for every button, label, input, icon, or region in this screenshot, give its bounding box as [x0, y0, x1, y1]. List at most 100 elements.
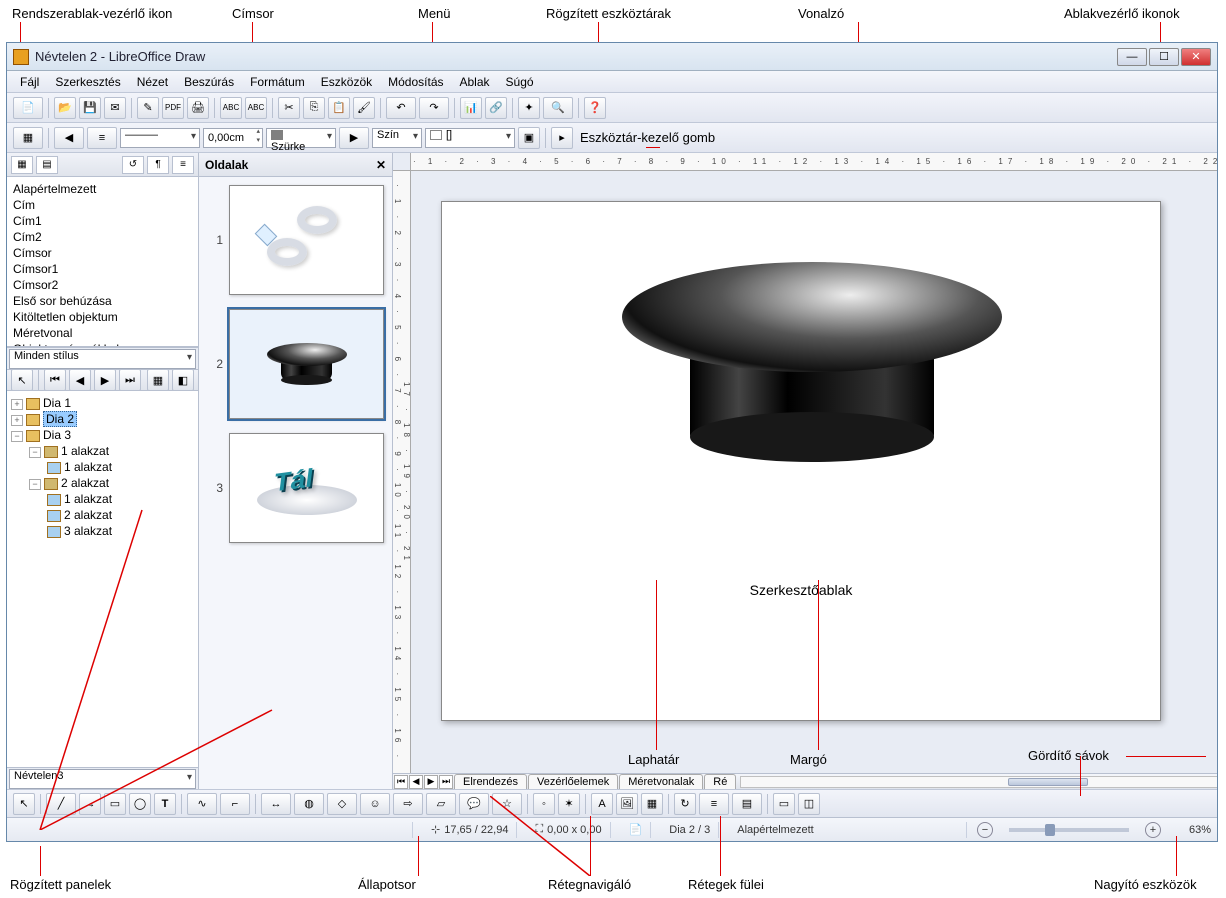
- toolbar-handle-button[interactable]: ▸: [551, 127, 573, 149]
- navigator-button[interactable]: ✦: [518, 97, 540, 119]
- zoom-out-button[interactable]: −: [977, 822, 993, 838]
- nav-slide-2[interactable]: Dia 2: [43, 411, 77, 427]
- styles-list[interactable]: Alapértelmezett Cím Cím1 Cím2 Címsor Cím…: [7, 177, 198, 347]
- undo-button[interactable]: ↶: [386, 97, 416, 119]
- tab-last-button[interactable]: ⏭: [439, 775, 453, 789]
- nav-shapes-button[interactable]: ◧: [172, 369, 194, 391]
- vertical-ruler[interactable]: · 1 · 2 · 3 · 4 · 5 · 6 · 7 · 8 · 9 · 10…: [393, 171, 411, 773]
- zoom-button[interactable]: 🔍: [543, 97, 573, 119]
- menu-help[interactable]: Súgó: [499, 73, 541, 91]
- layer-tab-more[interactable]: Ré: [704, 774, 736, 789]
- nav-shape-group[interactable]: 2 alakzat: [61, 476, 109, 490]
- nav-slide-1[interactable]: Dia 1: [43, 396, 71, 410]
- gallery-button[interactable]: ▦: [641, 793, 663, 815]
- insert-slide-button[interactable]: ▭: [773, 793, 795, 815]
- style-item[interactable]: Cím1: [11, 213, 194, 229]
- style-filter-select[interactable]: Minden stílus: [9, 349, 196, 369]
- copy-button[interactable]: ⎘: [303, 97, 325, 119]
- menu-format[interactable]: Formátum: [243, 73, 312, 91]
- nav-last-button[interactable]: ⏭: [119, 369, 141, 391]
- layer-tab-controls[interactable]: Vezérlőelemek: [528, 774, 618, 789]
- nav-slide-3[interactable]: Dia 3: [43, 428, 71, 442]
- style-item[interactable]: Cím2: [11, 229, 194, 245]
- line-style-select[interactable]: ———: [120, 128, 200, 148]
- print-button[interactable]: 🖨: [187, 97, 209, 119]
- redo-button[interactable]: ↷: [419, 97, 449, 119]
- tab-first-button[interactable]: ⏮: [394, 775, 408, 789]
- fill-format-mode-button[interactable]: ↺: [122, 156, 144, 174]
- curve-tool[interactable]: ∿: [187, 793, 217, 815]
- page-thumb-1[interactable]: [229, 185, 384, 295]
- pages-panel-close-icon[interactable]: ✕: [376, 158, 386, 172]
- nav-first-button[interactable]: ⏮: [44, 369, 66, 391]
- extrusion-button[interactable]: ◫: [798, 793, 820, 815]
- maximize-button[interactable]: ☐: [1149, 48, 1179, 66]
- app-icon[interactable]: [13, 49, 29, 65]
- nav-shape[interactable]: 1 alakzat: [64, 460, 112, 474]
- line-width-spin[interactable]: 0,00cm: [203, 128, 263, 148]
- styles-graphics-tab[interactable]: ▦: [11, 156, 33, 174]
- save-button[interactable]: 💾: [79, 97, 101, 119]
- menu-insert[interactable]: Beszúrás: [177, 73, 241, 91]
- fill-color-select[interactable]: []: [425, 128, 515, 148]
- export-pdf-button[interactable]: PDF: [162, 97, 184, 119]
- tab-prev-button[interactable]: ◀: [409, 775, 423, 789]
- text-tool[interactable]: T: [154, 793, 176, 815]
- nav-shape[interactable]: 3 alakzat: [64, 524, 112, 538]
- style-item[interactable]: Címsor: [11, 245, 194, 261]
- 3d-objects-tool[interactable]: ◍: [294, 793, 324, 815]
- arrow-tool[interactable]: →: [79, 793, 101, 815]
- page-thumb-2[interactable]: [229, 309, 384, 419]
- line-tool[interactable]: ╱: [46, 793, 76, 815]
- menu-file[interactable]: Fájl: [13, 73, 46, 91]
- minimize-button[interactable]: —: [1117, 48, 1147, 66]
- line-style-button[interactable]: ≡: [87, 127, 117, 149]
- basic-shapes-tool[interactable]: ◇: [327, 793, 357, 815]
- new-style-button[interactable]: ¶: [147, 156, 169, 174]
- menu-tools[interactable]: Eszközök: [314, 73, 379, 91]
- menu-view[interactable]: Nézet: [130, 73, 175, 91]
- menu-edit[interactable]: Szerkesztés: [48, 73, 127, 91]
- nav-shape[interactable]: 1 alakzat: [64, 492, 112, 506]
- symbol-shapes-tool[interactable]: ☺: [360, 793, 390, 815]
- horizontal-scrollbar[interactable]: [740, 776, 1217, 788]
- nav-shape[interactable]: 2 alakzat: [64, 508, 112, 522]
- arrange-button-2[interactable]: ▤: [732, 793, 762, 815]
- line-color-select[interactable]: Szürke: [266, 128, 336, 148]
- rectangle-tool[interactable]: ▭: [104, 793, 126, 815]
- format-paintbrush-button[interactable]: 🖌: [353, 97, 375, 119]
- edit-file-button[interactable]: ✎: [137, 97, 159, 119]
- style-item[interactable]: Címsor2: [11, 277, 194, 293]
- zoom-slider[interactable]: [1009, 828, 1129, 832]
- style-item[interactable]: Alapértelmezett: [11, 181, 194, 197]
- style-item[interactable]: Cím: [11, 197, 194, 213]
- autospell-button[interactable]: ABC: [245, 97, 267, 119]
- new-doc-button[interactable]: 📄: [13, 97, 43, 119]
- zoom-in-button[interactable]: +: [1145, 822, 1161, 838]
- points-edit-button[interactable]: ◦: [533, 793, 555, 815]
- fill-type-select[interactable]: Szín: [372, 128, 422, 148]
- style-item[interactable]: Méretvonal: [11, 325, 194, 341]
- layer-tab-dimlines[interactable]: Méretvonalak: [619, 774, 703, 789]
- align-button[interactable]: ≡: [699, 793, 729, 815]
- nav-next-button[interactable]: ▶: [94, 369, 116, 391]
- fontwork-button[interactable]: A: [591, 793, 613, 815]
- open-button[interactable]: 📂: [54, 97, 76, 119]
- hyperlink-button[interactable]: 🔗: [485, 97, 507, 119]
- rotate-button[interactable]: ↻: [674, 793, 696, 815]
- tab-next-button[interactable]: ▶: [424, 775, 438, 789]
- gluepoints-button[interactable]: ✶: [558, 793, 580, 815]
- nav-shape-group[interactable]: 1 alakzat: [61, 444, 109, 458]
- flowcharts-tool[interactable]: ▱: [426, 793, 456, 815]
- style-item[interactable]: Címsor1: [11, 261, 194, 277]
- email-button[interactable]: ✉: [104, 97, 126, 119]
- paste-button[interactable]: 📋: [328, 97, 350, 119]
- cut-button[interactable]: ✂: [278, 97, 300, 119]
- close-button[interactable]: ✕: [1181, 48, 1211, 66]
- status-zoom-value[interactable]: 63%: [1171, 824, 1211, 836]
- help-button[interactable]: ❓: [584, 97, 606, 119]
- layer-tab-layout[interactable]: Elrendezés: [454, 774, 527, 789]
- arrange-button[interactable]: ▦: [13, 127, 43, 149]
- drawing-page[interactable]: Szerkesztőablak: [441, 201, 1161, 721]
- block-arrows-tool[interactable]: ⇨: [393, 793, 423, 815]
